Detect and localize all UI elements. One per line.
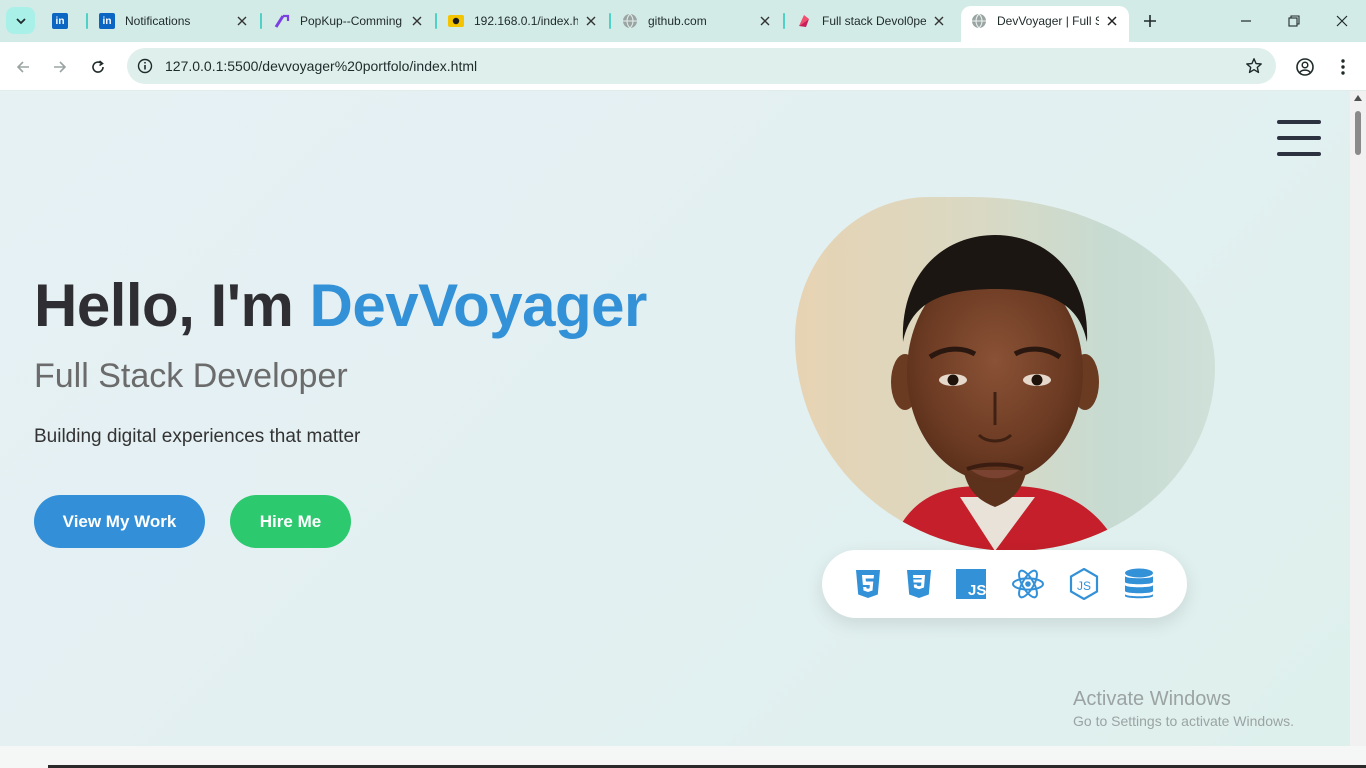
hire-me-button[interactable]: Hire Me [230, 495, 351, 548]
tab-popkup[interactable]: PopKup--Comming [274, 6, 426, 36]
url-text[interactable]: 127.0.0.1:5500/devvoyager%20portfolo/ind… [165, 58, 477, 74]
router-icon [448, 13, 464, 29]
globe-icon [971, 13, 987, 29]
view-my-work-button[interactable]: View My Work [34, 495, 205, 548]
linkedin-icon: in [99, 13, 115, 29]
css3-icon [902, 567, 936, 601]
close-icon[interactable] [930, 12, 948, 30]
tab-separator [86, 13, 88, 29]
hero-name: DevVoyager [309, 272, 648, 339]
close-icon[interactable] [1103, 12, 1121, 30]
tab-title: github.com [648, 14, 707, 28]
profile-photo [795, 197, 1215, 551]
address-bar[interactable]: 127.0.0.1:5500/devvoyager%20portfolo/ind… [127, 48, 1276, 84]
svg-text:JS: JS [1077, 579, 1091, 593]
watermark-title: Activate Windows [1073, 688, 1231, 710]
reload-button[interactable] [85, 54, 111, 80]
tab-router[interactable]: 192.168.0.1/index.h [448, 6, 600, 36]
profile-button[interactable] [1292, 54, 1318, 80]
tab-strip: in in Notifications PopKup--Comming 192.… [0, 0, 1366, 42]
tab-github[interactable]: github.com [622, 6, 774, 36]
plus-icon [1144, 15, 1156, 27]
close-icon[interactable] [756, 12, 774, 30]
hero-greeting: Hello, I'm [34, 272, 310, 339]
minimize-button[interactable] [1232, 8, 1260, 34]
close-icon[interactable] [233, 12, 251, 30]
figma-icon [796, 13, 812, 29]
close-icon [1336, 15, 1348, 27]
svg-text:JS: JS [968, 582, 986, 599]
popkup-icon [274, 13, 290, 29]
page-viewport: Hello, I'm DevVoyager Full Stack Develop… [0, 91, 1350, 746]
html5-icon [851, 567, 885, 601]
chevron-down-icon [15, 17, 26, 24]
linkedin-icon: in [52, 13, 68, 29]
more-vertical-icon [1341, 59, 1345, 75]
bookmark-star-icon[interactable] [1244, 56, 1264, 76]
arrow-right-icon [54, 61, 67, 73]
close-window-button[interactable] [1328, 8, 1356, 34]
watermark-subtitle: Go to Settings to activate Windows. [1073, 713, 1294, 729]
restore-button[interactable] [1280, 8, 1308, 34]
tab-separator [260, 13, 262, 29]
menu-button[interactable] [1330, 54, 1356, 80]
javascript-icon: JS [954, 567, 988, 601]
tab-title: PopKup--Comming [300, 14, 403, 28]
minimize-icon [1241, 20, 1251, 22]
hero-tagline: Building digital experiences that matter [34, 426, 361, 447]
tab-figma[interactable]: Full stack Devol0pe [796, 6, 948, 36]
hamburger-menu-icon[interactable] [1277, 120, 1321, 156]
browser-toolbar: 127.0.0.1:5500/devvoyager%20portfolo/ind… [0, 42, 1366, 91]
new-tab-button[interactable] [1139, 10, 1161, 32]
scroll-up-arrow-icon[interactable] [1354, 95, 1362, 101]
scrollbar-thumb[interactable] [1355, 111, 1361, 155]
hero-heading: Hello, I'm DevVoyager [34, 271, 647, 340]
page-scrollbar[interactable] [1350, 91, 1366, 746]
tab-title: 192.168.0.1/index.h [474, 14, 578, 28]
tab-linkedin-pinned[interactable]: in [52, 6, 76, 36]
react-icon [1011, 567, 1045, 601]
tab-title: DevVoyager | Full St [997, 14, 1099, 28]
site-info-icon[interactable] [135, 56, 155, 76]
arrow-left-icon [16, 61, 29, 73]
hero-role: Full Stack Developer [34, 357, 348, 395]
restore-icon [1288, 15, 1300, 27]
tab-notifications[interactable]: in Notifications [99, 6, 251, 36]
close-icon[interactable] [408, 12, 426, 30]
tab-devvoyager[interactable]: DevVoyager | Full St [961, 6, 1129, 42]
portrait-illustration [890, 235, 1120, 551]
profile-icon [1296, 58, 1314, 76]
back-button[interactable] [10, 54, 36, 80]
nodejs-icon: JS [1067, 567, 1101, 601]
tab-separator [609, 13, 611, 29]
database-icon [1122, 567, 1156, 601]
windows-activation-watermark: Activate Windows Go to Settings to activ… [1073, 688, 1294, 729]
tab-separator [435, 13, 437, 29]
tab-search-button[interactable] [6, 7, 35, 34]
close-icon[interactable] [582, 12, 600, 30]
tab-separator [783, 13, 785, 29]
forward-button[interactable] [47, 54, 73, 80]
tab-title: Notifications [125, 14, 191, 28]
tab-title: Full stack Devol0pe [822, 14, 926, 28]
reload-icon [92, 60, 104, 73]
globe-icon [622, 13, 638, 29]
tech-stack-bar: JS JS [822, 550, 1187, 618]
